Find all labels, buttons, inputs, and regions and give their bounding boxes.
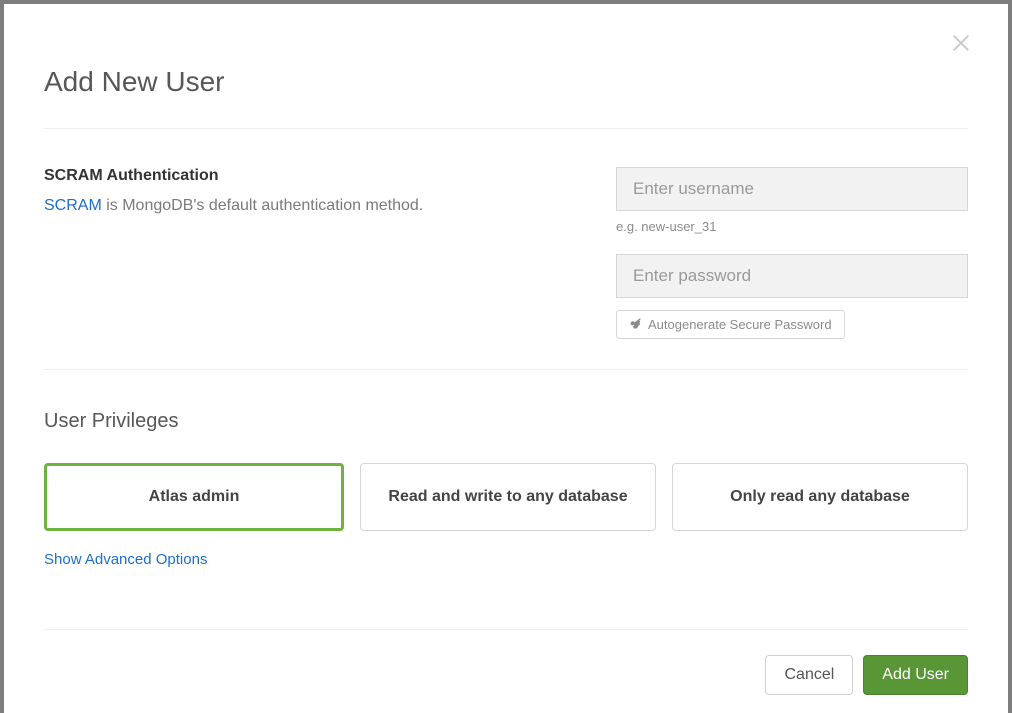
add-user-modal: Add New User SCRAM Authentication SCRAM … [4, 4, 1008, 713]
scram-link[interactable]: SCRAM [44, 197, 102, 214]
privileges-section: User Privileges Atlas admin Read and wri… [44, 370, 968, 569]
auth-heading: SCRAM Authentication [44, 167, 576, 185]
privileges-heading: User Privileges [44, 410, 968, 433]
close-icon[interactable] [950, 32, 972, 54]
privilege-options: Atlas admin Read and write to any databa… [44, 463, 968, 531]
privilege-option-read-only[interactable]: Only read any database [672, 463, 968, 531]
key-icon [629, 318, 642, 331]
privilege-option-atlas-admin[interactable]: Atlas admin [44, 463, 344, 531]
password-input[interactable] [616, 254, 968, 298]
add-user-button[interactable]: Add User [863, 655, 968, 695]
auth-description-block: SCRAM Authentication SCRAM is MongoDB's … [44, 167, 616, 339]
username-input[interactable] [616, 167, 968, 211]
auth-description: SCRAM is MongoDB's default authenticatio… [44, 195, 576, 217]
privilege-option-label: Atlas admin [149, 488, 240, 506]
show-advanced-options-link[interactable]: Show Advanced Options [44, 551, 207, 568]
cancel-button[interactable]: Cancel [765, 655, 853, 695]
modal-title: Add New User [44, 66, 968, 98]
auth-description-text: is MongoDB's default authentication meth… [102, 197, 423, 214]
autogenerate-password-button[interactable]: Autogenerate Secure Password [616, 310, 845, 339]
username-hint: e.g. new-user_31 [616, 219, 968, 234]
autogenerate-password-label: Autogenerate Secure Password [648, 317, 832, 332]
modal-footer: Cancel Add User [44, 629, 968, 695]
privilege-option-label: Read and write to any database [388, 488, 627, 506]
auth-section: SCRAM Authentication SCRAM is MongoDB's … [44, 129, 968, 369]
privilege-option-label: Only read any database [730, 488, 910, 506]
privilege-option-read-write[interactable]: Read and write to any database [360, 463, 656, 531]
auth-form: e.g. new-user_31 Autogenerate Secure Pas… [616, 167, 968, 339]
